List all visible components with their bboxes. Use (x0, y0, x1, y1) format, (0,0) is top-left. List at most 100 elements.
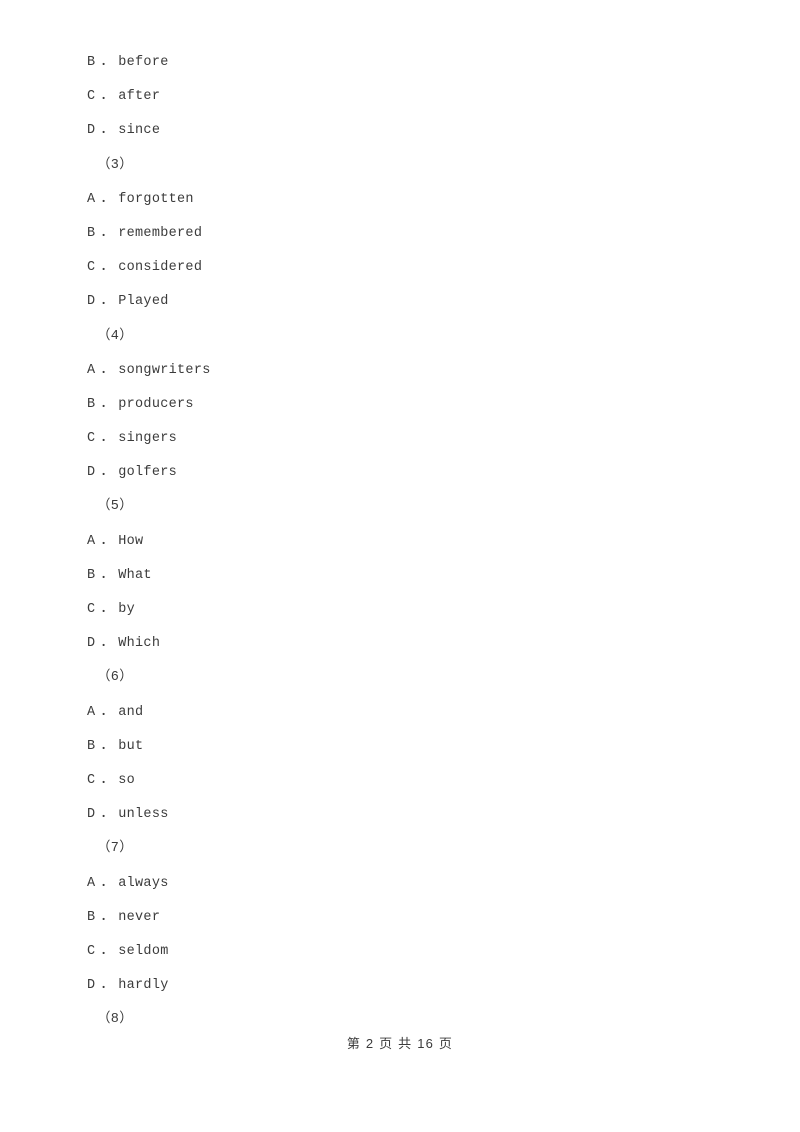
option-letter: C (87, 431, 96, 447)
option-text: producers (118, 396, 194, 412)
option-separator: ． (100, 55, 115, 70)
answer-option[interactable]: C ． singers (87, 422, 707, 456)
question-list: B ． before C ． after D ． since （3） A ． forgotten B ． re… (87, 46, 707, 1037)
option-separator: ． (100, 465, 115, 481)
option-letter: D (87, 465, 96, 481)
option-letter: A (87, 875, 96, 891)
option-separator: ． (100, 362, 115, 378)
question-number: （5） (97, 499, 134, 515)
option-separator: ． (100, 533, 115, 549)
option-text: What (118, 567, 152, 583)
option-text: hardly (118, 978, 169, 994)
option-letter: A (87, 533, 96, 549)
option-text: since (118, 123, 161, 139)
option-text: never (118, 909, 161, 925)
option-letter: B (87, 225, 96, 241)
option-text: golfers (118, 465, 178, 481)
option-letter: C (87, 260, 96, 276)
option-separator: ． (100, 396, 115, 412)
option-text: singers (118, 431, 178, 447)
option-letter: A (87, 704, 96, 720)
answer-option[interactable]: C ． after (87, 80, 707, 114)
answer-option[interactable]: B ． producers (87, 388, 707, 422)
option-letter: C (87, 602, 96, 617)
option-letter: B (87, 55, 96, 70)
option-text: unless (118, 807, 169, 823)
question-number: （6） (97, 670, 134, 686)
option-text: songwriters (118, 362, 211, 378)
answer-option[interactable]: B ． never (87, 901, 707, 935)
option-text: but (118, 738, 144, 754)
option-text: Which (118, 636, 161, 652)
option-letter: B (87, 738, 96, 754)
question-number: （7） (97, 841, 134, 857)
answer-option[interactable]: B ． but (87, 730, 707, 764)
option-separator: ． (100, 772, 115, 788)
answer-option[interactable]: A ． How (87, 525, 707, 559)
option-letter: D (87, 807, 96, 823)
option-text: Played (118, 294, 169, 310)
answer-option[interactable]: C ． considered (87, 251, 707, 285)
option-separator: ． (100, 738, 115, 754)
option-letter: D (87, 294, 96, 310)
option-separator: ． (100, 260, 115, 276)
option-separator: ． (100, 191, 115, 207)
answer-option[interactable]: C ． so (87, 764, 707, 798)
option-letter: B (87, 909, 96, 925)
option-text: before (118, 55, 169, 70)
answer-option[interactable]: C ． by (87, 593, 707, 627)
option-text: seldom (118, 943, 169, 959)
question-number: （3） (97, 157, 134, 173)
option-letter: A (87, 362, 96, 378)
option-letter: A (87, 191, 96, 207)
page-footer: 第 2 页 共 16 页 (346, 1036, 454, 1051)
answer-option[interactable]: C ． seldom (87, 935, 707, 969)
option-separator: ． (100, 89, 115, 105)
option-separator: ． (100, 909, 115, 925)
option-text: after (118, 89, 161, 105)
option-text: and (118, 704, 144, 720)
answer-option[interactable]: A ． songwriters (87, 354, 707, 388)
answer-option[interactable]: D ． hardly (87, 969, 707, 1003)
option-text: considered (118, 260, 203, 276)
document-page: B ． before C ． after D ． since （3） A ． forgotten B ． re… (0, 0, 800, 1132)
answer-option[interactable]: A ． always (87, 867, 707, 901)
answer-option[interactable]: B ． What (87, 559, 707, 593)
option-letter: D (87, 978, 96, 994)
option-separator: ． (100, 807, 115, 823)
option-separator: ． (100, 943, 115, 959)
question-number: （4） (97, 328, 134, 344)
answer-option[interactable]: D ． unless (87, 798, 707, 832)
answer-option[interactable]: D ． Played (87, 285, 707, 319)
option-separator: ． (100, 875, 115, 891)
option-letter: B (87, 567, 96, 583)
option-separator: ． (100, 225, 115, 241)
option-letter: B (87, 396, 96, 412)
answer-option[interactable]: D ． Which (87, 627, 707, 661)
option-letter: C (87, 943, 96, 959)
option-letter: C (87, 772, 96, 788)
option-letter: C (87, 89, 96, 105)
answer-option[interactable]: A ． forgotten (87, 183, 707, 217)
option-separator: ． (100, 431, 115, 447)
option-text: How (118, 533, 144, 549)
answer-option[interactable]: A ． and (87, 696, 707, 730)
answer-option[interactable]: D ． since (87, 114, 707, 148)
answer-option[interactable]: D ． golfers (87, 456, 707, 490)
answer-option[interactable]: B ． before (87, 46, 707, 80)
answer-option[interactable]: B ． remembered (87, 217, 707, 251)
option-text: so (118, 772, 136, 788)
option-separator: ． (100, 978, 115, 994)
option-separator: ． (100, 294, 115, 310)
option-separator: ． (100, 602, 115, 617)
option-text: remembered (118, 225, 203, 241)
option-text: always (118, 875, 169, 891)
option-letter: D (87, 123, 96, 139)
option-letter: D (87, 636, 96, 652)
option-separator: ． (100, 567, 115, 583)
option-text: forgotten (118, 191, 194, 207)
option-separator: ． (100, 704, 115, 720)
option-separator: ． (100, 123, 115, 139)
option-text: by (118, 602, 136, 617)
option-separator: ． (100, 636, 115, 652)
